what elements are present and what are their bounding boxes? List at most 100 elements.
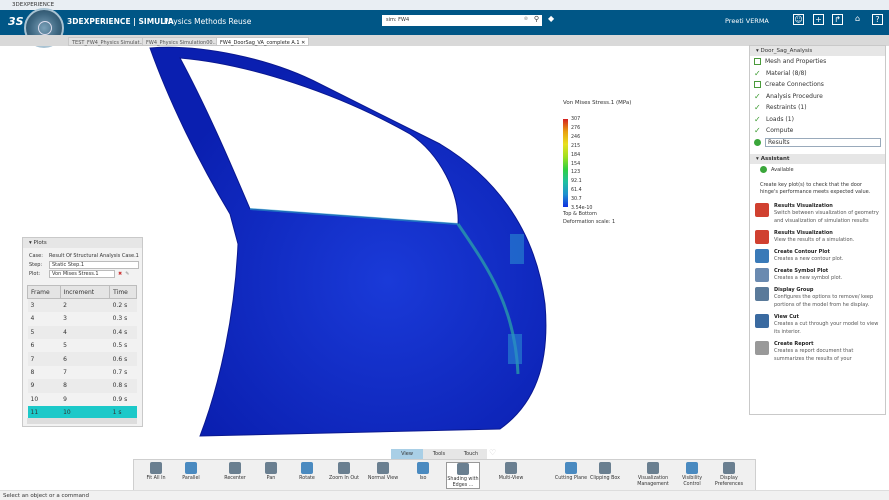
rotate-icon (301, 462, 313, 474)
assistant-tool[interactable]: View Cut Creates a cut through your model… (750, 311, 885, 338)
home-icon[interactable]: ⌂ (852, 14, 863, 25)
available-icon (760, 166, 767, 174)
table-row[interactable]: 3 2 0.2 s (27, 298, 137, 313)
shading-button[interactable]: Shading with Edges ... (446, 462, 480, 489)
workflow-step[interactable]: Mesh and Properties (750, 56, 885, 68)
table-row[interactable]: 4 3 0.3 s (28, 312, 137, 325)
tab-test-fw4[interactable]: TEST_FW4_Physics Simulat... (68, 37, 149, 46)
fit-all-button[interactable]: Fit All In (139, 462, 173, 482)
search-icon[interactable]: ⚲ (534, 15, 539, 23)
add-icon[interactable]: + (813, 14, 824, 25)
visualization-management-icon (647, 462, 659, 474)
recenter-button[interactable]: Recenter (218, 462, 252, 482)
toolbar-tab-touch[interactable]: Touch (455, 449, 487, 459)
check-icon: ✓ (754, 68, 761, 78)
assistant-tool[interactable]: Results Visualization View the results of… (750, 227, 885, 246)
legend-value: 61.4 (571, 188, 582, 194)
table-row[interactable]: 7 6 0.6 s (27, 352, 137, 366)
normal-view-icon (377, 462, 389, 474)
tag-icon[interactable]: ◆ (548, 14, 554, 23)
plot-options-icon[interactable]: ✖ (118, 271, 122, 277)
legend-color-bar (563, 119, 568, 207)
profile-icon[interactable]: ☺ (793, 14, 804, 25)
legend-value: 246 (571, 134, 581, 140)
legend-value: 276 (571, 125, 581, 131)
plot-select[interactable]: Von Mises Stress.1 (49, 269, 115, 278)
ds-logo: 3S (8, 15, 24, 28)
assistant-tool[interactable]: Create Symbol Plot Creates a new symbol p… (750, 265, 885, 284)
step-label: Restraints (1) (766, 104, 807, 112)
assistant-header[interactable]: ▾ Assistant (750, 154, 885, 164)
window-title-bar: 3DEXPERIENCE (0, 0, 889, 10)
step-select[interactable]: Static Step.1 (49, 260, 139, 269)
workflow-step[interactable]: ✓ Compute (750, 125, 885, 137)
assistant-tool[interactable]: Create Report Creates a report document t… (750, 338, 885, 365)
plots-header[interactable]: ▾ Plots (23, 238, 142, 248)
step-label: Create Connections (765, 81, 824, 89)
action-bar: Fit All In Parallel Recenter Pan Rotate Zoom … (133, 459, 756, 491)
step-label: Compute (766, 127, 794, 135)
edit-icon[interactable]: ✎ (125, 271, 129, 277)
analysis-header[interactable]: ▾ Door_Sag_Analysis (750, 46, 885, 56)
check-icon: ✓ (754, 91, 761, 101)
assistant-tool[interactable]: Results Visualization Switch between visu… (750, 200, 885, 227)
normal-view-button[interactable]: Normal View (366, 462, 400, 482)
assistant-tool[interactable]: Create Contour Plot Creates a new contour… (750, 246, 885, 265)
display-preferences-button[interactable]: Display Preferences (712, 462, 746, 487)
legend-value: 123 (571, 170, 581, 176)
help-icon[interactable]: ? (872, 14, 883, 25)
fit-all-icon (150, 462, 162, 474)
multi-view-button[interactable]: Multi-View (494, 462, 528, 482)
visualization-management-button[interactable]: Visualization Management (636, 462, 670, 487)
window-title: 3DEXPERIENCE (12, 2, 55, 8)
user-name[interactable]: Preeti VERMA (725, 17, 769, 25)
workflow-step[interactable]: ✓ Restraints (1) (750, 102, 885, 114)
workflow-step[interactable]: Create Connections (750, 79, 885, 91)
iso-button[interactable]: Iso (406, 462, 440, 482)
table-row[interactable]: 9 8 0.8 s (27, 379, 137, 393)
horizontal-scrollbar[interactable] (27, 418, 137, 424)
pan-button[interactable]: Pan (254, 462, 288, 482)
favorite-icon[interactable]: ♡ (489, 448, 496, 457)
clear-icon[interactable]: ⊗ (524, 16, 528, 22)
display-group-icon (755, 286, 769, 301)
search-input[interactable]: sim: FW4 ⊗ ⚲ (382, 15, 542, 26)
rotate-button[interactable]: Rotate (290, 462, 324, 482)
cutting-plane-button[interactable]: Cutting Plane (554, 462, 588, 482)
search-value: sim: FW4 (386, 17, 410, 23)
parallel-button[interactable]: Parallel (174, 462, 208, 482)
report-icon (755, 340, 769, 355)
pan-icon (265, 462, 277, 474)
clipping-box-button[interactable]: Clipping Box (588, 462, 622, 482)
door-mesh (149, 46, 547, 437)
brand-title: 3DEXPERIENCE | SIMULIA (67, 17, 174, 26)
workflow-step[interactable]: Results (750, 137, 885, 149)
case-value: Result Of Structural Analysis Case.1 (49, 252, 139, 259)
check-icon: ✓ (754, 114, 761, 124)
table-row[interactable]: 6 5 0.5 s (28, 339, 137, 352)
status-text: Select an object or a command (3, 493, 89, 499)
table-row[interactable]: 10 9 0.9 s (28, 393, 137, 406)
iso-icon (417, 462, 429, 474)
cutting-plane-icon (565, 462, 577, 474)
table-row[interactable]: 5 4 0.4 s (27, 325, 137, 340)
toolbar-tab-tools[interactable]: Tools (423, 449, 455, 459)
legend-title: Von Mises Stress.1 (MPa) (563, 100, 632, 106)
visibility-control-button[interactable]: Visibility Control (675, 462, 709, 487)
workflow-step[interactable]: ✓ Material (8/8) (750, 68, 885, 80)
door-model-viewport[interactable] (140, 44, 560, 444)
step-label: Mesh and Properties (765, 58, 827, 66)
legend-value: 307 (571, 117, 581, 122)
workflow-step[interactable]: ✓ Analysis Procedure (750, 91, 885, 103)
table-row[interactable]: 8 7 0.7 s (28, 366, 137, 379)
legend-values: 307 276 246 215 184 154 123 92.1 61.4 30.7 3.54e-1… (571, 116, 592, 214)
workflow-step[interactable]: ✓ Loads (1) (750, 114, 885, 126)
share-icon[interactable]: ↱ (832, 14, 843, 25)
zoom-button[interactable]: Zoom In Out (327, 462, 361, 482)
unchecked-box-icon (754, 58, 761, 66)
parallel-icon (185, 462, 197, 474)
legend-note-2: Deformation scale: 1 (563, 219, 616, 225)
toolbar-tab-view[interactable]: View (391, 449, 423, 459)
assistant-tool[interactable]: Display Group Configures the options to r… (750, 284, 885, 311)
legend-value: 154 (571, 161, 581, 167)
